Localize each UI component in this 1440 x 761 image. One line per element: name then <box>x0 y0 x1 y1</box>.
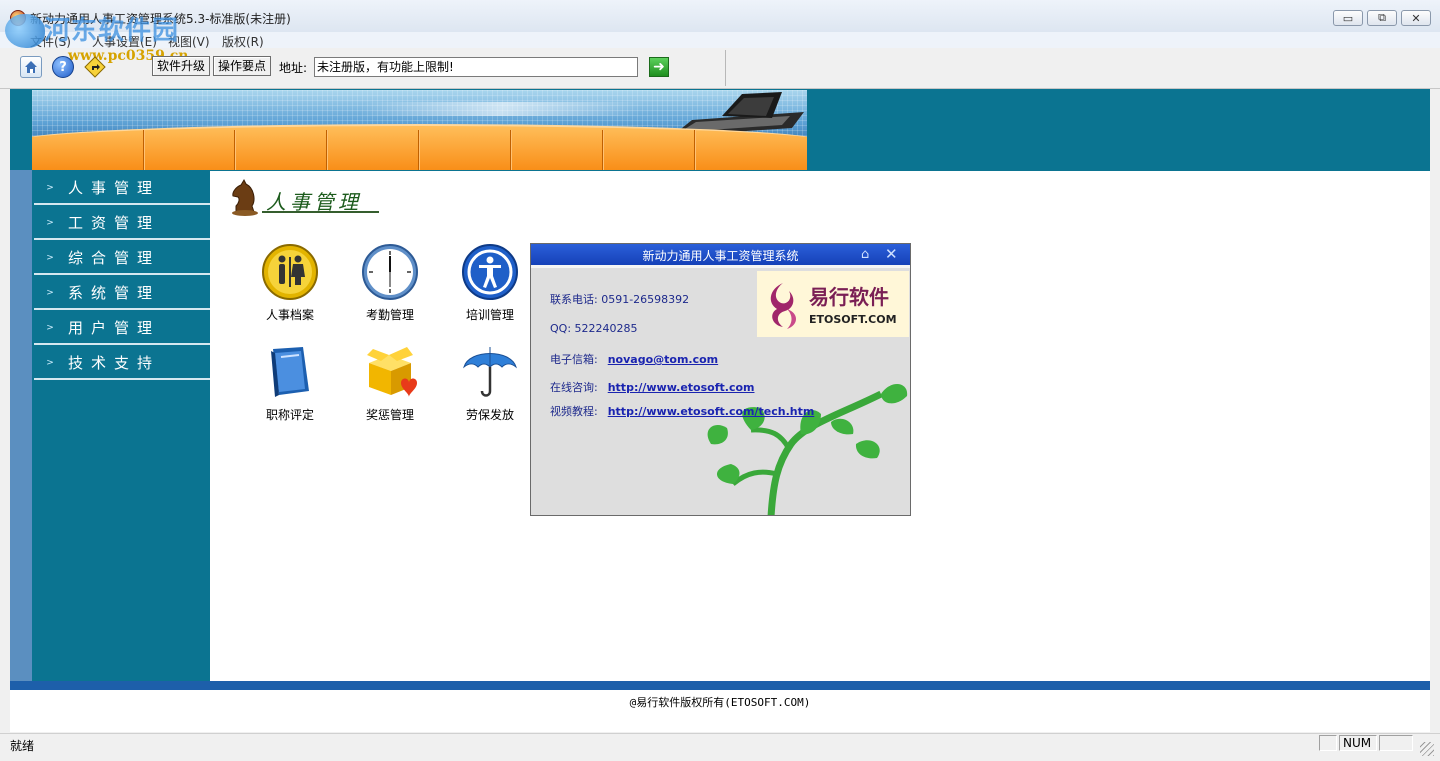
video-label: 视频教程: <box>550 405 598 418</box>
module-title-evaluation[interactable]: 职称评定 <box>250 343 330 423</box>
sidebar-item-label: 技术支持 <box>68 354 161 372</box>
video-tutorial-link[interactable]: http://www.etosoft.com/tech.htm <box>608 405 815 418</box>
clock-icon <box>362 244 418 300</box>
copyright-text: @易行软件版权所有(ETOSOFT.COM) <box>629 696 811 709</box>
sidebar-item-label: 人事管理 <box>68 179 161 197</box>
copyright-area: @易行软件版权所有(ETOSOFT.COM) <box>10 690 1430 732</box>
restroom-icon <box>262 244 318 300</box>
watermark-logo-icon <box>5 14 45 48</box>
contact-video-row: 视频教程: http://www.etosoft.com/tech.htm <box>550 403 814 419</box>
banner-menu-strip <box>32 124 807 170</box>
section-underline <box>262 211 379 213</box>
logo-text-en: ETOSOFT.COM <box>809 313 897 326</box>
module-label: 职称评定 <box>265 408 314 422</box>
toolbar-divider <box>725 50 726 86</box>
chevron-right-icon: > <box>46 322 54 333</box>
module-label: 人事档案 <box>265 308 314 322</box>
home-icon[interactable]: ⌂ <box>861 247 869 262</box>
operation-tips-button[interactable]: 操作要点 <box>213 56 272 76</box>
umbrella-icon <box>463 347 517 397</box>
chevron-right-icon: > <box>46 252 54 263</box>
banner-divider <box>602 130 603 170</box>
module-personnel-files[interactable]: 人事档案 <box>250 243 330 323</box>
sidebar-item-label: 系统管理 <box>68 284 161 302</box>
address-input[interactable]: 未注册版，有功能上限制! <box>314 57 638 77</box>
left-strip <box>10 170 32 681</box>
banner-light-streak <box>359 102 645 116</box>
chevron-right-icon: > <box>46 182 54 193</box>
module-label: 劳保发放 <box>465 408 514 422</box>
go-arrow-icon[interactable]: ➜ <box>649 57 669 77</box>
header-banner <box>32 90 807 170</box>
sidebar-item-personnel[interactable]: > 人事管理 <box>34 172 210 205</box>
module-label: 培训管理 <box>465 308 514 322</box>
status-cell-caps <box>1319 735 1337 751</box>
sidebar-item-system[interactable]: > 系统管理 <box>34 277 210 310</box>
module-labor-protection[interactable]: 劳保发放 <box>450 343 530 423</box>
contact-email-row: 电子信箱: novago@tom.com <box>550 351 718 367</box>
plant-decoration-icon <box>707 384 908 515</box>
email-link[interactable]: novago@tom.com <box>608 353 718 366</box>
dialog-title: 新动力通用人事工资管理系统 <box>642 249 799 263</box>
banner-divider <box>143 130 144 170</box>
chevron-right-icon: > <box>46 357 54 368</box>
sidebar-item-users[interactable]: > 用户管理 <box>34 312 210 345</box>
close-button[interactable]: ✕ <box>1401 10 1431 26</box>
banner-divider <box>418 130 419 170</box>
about-dialog: 新动力通用人事工资管理系统 ⌂ ✕ 联系电话: 0591-26598392 QQ… <box>530 243 911 516</box>
sidebar-item-general[interactable]: > 综合管理 <box>34 242 210 275</box>
sidebar-item-salary[interactable]: > 工资管理 <box>34 207 210 240</box>
banner-divider <box>326 130 327 170</box>
person-icon <box>462 244 518 300</box>
module-label: 考勤管理 <box>365 308 414 322</box>
sidebar-item-support[interactable]: > 技术支持 <box>34 347 210 380</box>
home-icon[interactable] <box>20 56 42 78</box>
module-attendance[interactable]: 考勤管理 <box>350 243 430 323</box>
banner-divider <box>234 130 235 170</box>
sidebar-item-label: 用户管理 <box>68 319 161 337</box>
module-label: 奖惩管理 <box>365 408 414 422</box>
logo-text-cn: 易行软件 <box>809 285 889 309</box>
software-upgrade-button[interactable]: 软件升级 <box>152 56 211 76</box>
module-rewards-penalties[interactable]: 奖惩管理 <box>350 343 430 423</box>
banner-divider <box>510 130 511 170</box>
address-label: 地址: <box>279 61 308 75</box>
help-icon[interactable]: ? <box>52 56 74 78</box>
contact-qq: QQ: 522240285 <box>550 322 638 335</box>
close-icon[interactable]: ✕ <box>885 245 898 263</box>
direction-sign-icon[interactable] <box>84 56 106 78</box>
contact-online-row: 在线咨询: http://www.etosoft.com <box>550 379 754 395</box>
status-text: 就绪 <box>10 739 35 753</box>
gift-box-icon <box>367 347 417 397</box>
module-training[interactable]: 培训管理 <box>450 243 530 323</box>
menu-bar <box>0 32 1440 48</box>
book-icon <box>271 347 309 397</box>
company-logo: 易行软件 ETOSOFT.COM <box>757 271 909 337</box>
sidebar-item-label: 工资管理 <box>68 214 161 232</box>
bottom-bar <box>10 681 1430 690</box>
resize-grip[interactable] <box>1420 742 1434 756</box>
etosoft-logo-icon <box>770 283 796 329</box>
status-cell-scroll <box>1379 735 1413 751</box>
email-label: 电子信箱: <box>550 353 598 366</box>
chevron-right-icon: > <box>46 217 54 228</box>
maximize-button[interactable]: ⧉ <box>1367 10 1397 26</box>
contact-phone: 联系电话: 0591-26598392 <box>550 293 690 306</box>
status-num-indicator: NUM <box>1339 735 1377 751</box>
banner-divider <box>694 130 695 170</box>
online-label: 在线咨询: <box>550 381 598 394</box>
chevron-right-icon: > <box>46 287 54 298</box>
chess-knight-icon <box>232 178 258 216</box>
sidebar-item-label: 综合管理 <box>68 249 161 267</box>
status-bar <box>0 733 1440 761</box>
website-link[interactable]: http://www.etosoft.com <box>608 381 755 394</box>
watermark-site-name: 河东软件园 <box>44 16 180 46</box>
minimize-button[interactable]: ▭ <box>1333 10 1363 26</box>
